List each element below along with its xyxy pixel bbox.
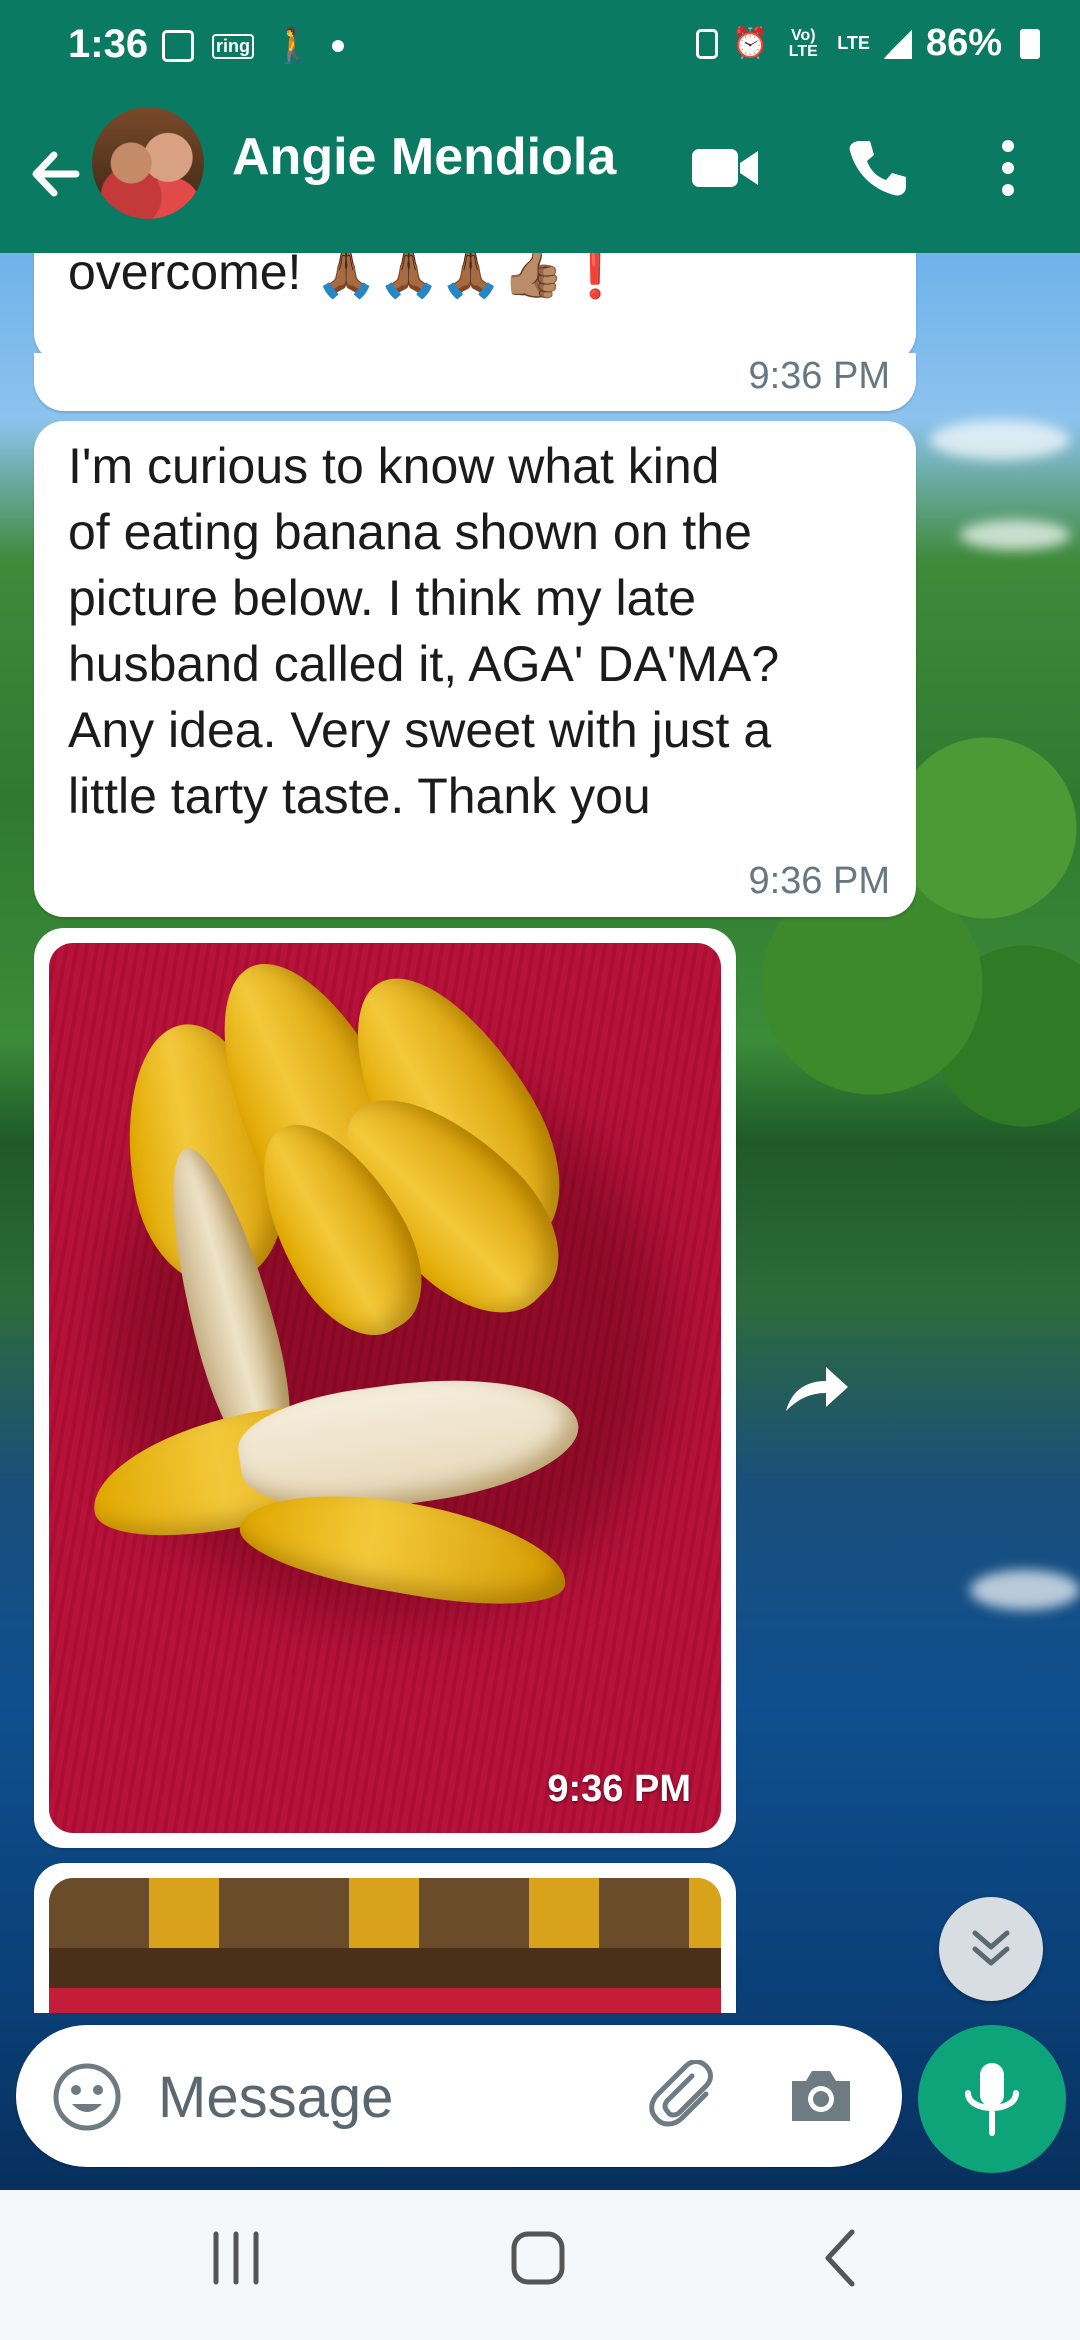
message-text: I'm curious to know what kind of eating … xyxy=(68,438,780,824)
attach-icon[interactable] xyxy=(648,2060,720,2132)
message-time-holder: 9:36 PM xyxy=(34,353,916,411)
message-bubble[interactable]: I'm curious to know what kind of eating … xyxy=(34,421,916,917)
photo-preview[interactable] xyxy=(49,1878,721,2013)
data-saver-icon xyxy=(695,28,718,59)
recents-icon[interactable] xyxy=(206,2228,266,2288)
message-composer xyxy=(16,2025,902,2167)
message-time: 9:36 PM xyxy=(748,860,890,902)
walking-icon: 🚶 xyxy=(272,27,315,65)
gallery-icon xyxy=(162,30,194,62)
emoji-icon[interactable] xyxy=(52,2062,122,2132)
video-call-icon[interactable] xyxy=(690,143,760,193)
more-options-icon[interactable] xyxy=(996,137,1020,199)
back-nav-icon[interactable] xyxy=(812,2228,872,2288)
notification-dot-icon xyxy=(332,40,345,52)
home-icon[interactable] xyxy=(508,2228,568,2288)
back-arrow-icon[interactable] xyxy=(26,139,86,209)
scroll-down-icon xyxy=(972,1930,1010,1966)
scroll-down-button[interactable] xyxy=(939,1897,1043,2001)
chat-header: Angie Mendiola xyxy=(0,95,1080,253)
voice-message-button[interactable] xyxy=(918,2025,1066,2173)
phone-icon[interactable] xyxy=(846,137,908,199)
message-time: 9:36 PM xyxy=(748,355,890,397)
message-time: 9:36 PM xyxy=(547,1768,691,1810)
ring-icon: ring xyxy=(212,33,254,59)
system-navigation-bar xyxy=(0,2190,1080,2340)
image-message[interactable] xyxy=(34,1863,736,2013)
mic-icon xyxy=(965,2063,1019,2136)
battery-percent: 86% xyxy=(925,22,1002,64)
status-bar: 1:36 ring 🚶 ⏰ Vo) LTE LTE 86% xyxy=(0,0,1080,95)
signal-icon xyxy=(883,28,912,59)
banana-photo[interactable]: 9:36 PM xyxy=(49,943,721,1833)
image-message[interactable]: 9:36 PM xyxy=(34,928,736,1848)
avatar[interactable] xyxy=(92,107,204,219)
status-time: 1:36 xyxy=(68,22,149,66)
forward-icon[interactable] xyxy=(782,1361,852,1417)
camera-icon[interactable] xyxy=(786,2065,856,2127)
message-list[interactable]: overcome! 🙏🏾🙏🏾🙏🏾👍🏽❗ 9:36 PM I'm curious … xyxy=(0,253,1080,2013)
contact-name[interactable]: Angie Mendiola xyxy=(232,127,616,187)
battery-icon xyxy=(1020,28,1040,59)
message-input[interactable] xyxy=(156,2055,640,2139)
alarm-icon: ⏰ xyxy=(731,27,770,60)
volte-icon: Vo) LTE xyxy=(788,26,818,60)
lte-icon: LTE xyxy=(837,33,870,53)
